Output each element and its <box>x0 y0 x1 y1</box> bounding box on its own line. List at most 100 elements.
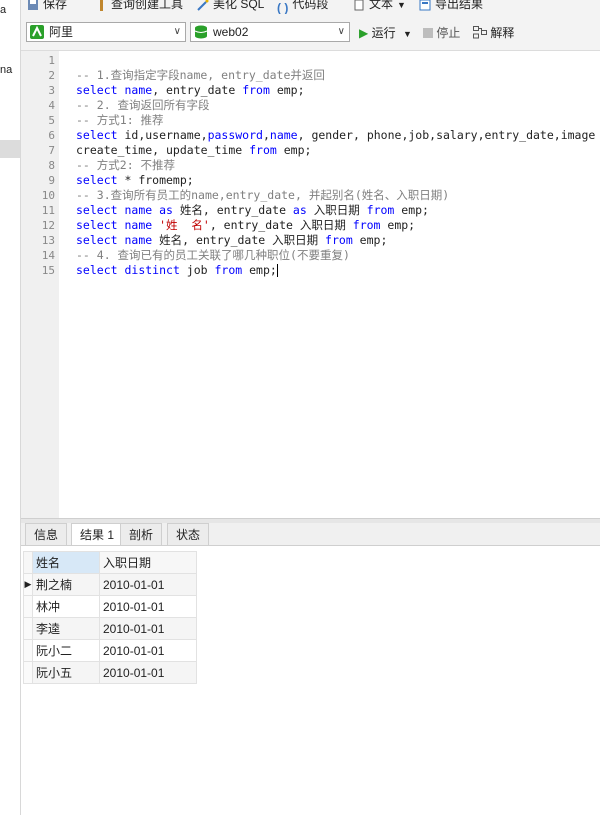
table-row[interactable]: 李逵 2010-01-01 <box>23 617 197 640</box>
line-number: 4 <box>48 99 55 112</box>
sql-text: * fromemp; <box>117 173 194 187</box>
tab-profile[interactable]: 剖析 <box>120 523 163 545</box>
document-icon <box>354 0 364 11</box>
line-number-gutter: 1 2 3 4 5 6 7 8 9 10 11 12 13 14 15 <box>21 51 59 518</box>
chevron-down-icon[interactable]: ∨ <box>174 26 181 37</box>
text-cursor <box>276 264 278 277</box>
result-tabs: 信息 结果 1 剖析 状态 <box>21 523 600 546</box>
table-cell[interactable]: 2010-01-01 <box>99 639 197 662</box>
stop-button[interactable]: 停止 <box>423 24 460 42</box>
code-line[interactable]: select name, entry_date from emp; <box>76 83 305 98</box>
play-icon: ▶ <box>359 26 369 40</box>
sql-text: , <box>262 128 270 142</box>
tab-status[interactable]: 状态 <box>167 523 210 545</box>
snippet-label: 代码段 <box>292 0 329 11</box>
line-number: 15 <box>41 264 55 277</box>
code-line[interactable]: select name as 姓名, entry_date as 入职日期 fr… <box>76 203 429 218</box>
sql-text: job <box>179 263 215 277</box>
line-number: 2 <box>48 69 55 82</box>
row-indicator-header <box>23 551 33 574</box>
sql-keyword: select <box>76 263 118 277</box>
code-line[interactable]: -- 3.查询所有员工的name,entry_date, 并起别名(姓名、入职日… <box>76 188 449 203</box>
code-line[interactable]: -- 4. 查询已有的员工关联了哪几种职位(不要重复) <box>76 248 350 263</box>
sql-editor[interactable]: 1 2 3 4 5 6 7 8 9 10 11 12 13 14 15 -- 1.查询指定字段name, e… <box>21 51 600 518</box>
magic-wand-icon <box>197 0 209 11</box>
column-header[interactable]: 姓名 <box>32 551 100 574</box>
beautify-sql-label: 美化 SQL <box>213 0 265 11</box>
code-line[interactable]: select * fromemp; <box>76 173 194 188</box>
chevron-down-icon[interactable]: ▼ <box>403 29 412 39</box>
table-cell[interactable]: 2010-01-01 <box>99 573 197 596</box>
stop-icon <box>423 28 433 38</box>
sql-text: 入职日期 <box>306 203 367 217</box>
table-cell[interactable]: 荆之楠 <box>32 573 100 596</box>
navigator-fragment: na <box>0 64 13 76</box>
column-header[interactable]: 入职日期 <box>99 551 197 574</box>
table-cell[interactable]: 2010-01-01 <box>99 595 197 618</box>
line-number: 5 <box>48 114 55 127</box>
export-icon <box>419 0 431 11</box>
table-row[interactable]: 阮小五 2010-01-01 <box>23 661 197 684</box>
sql-text: emp; <box>394 203 429 217</box>
table-cell[interactable]: 2010-01-01 <box>99 617 197 640</box>
database-name: web02 <box>213 25 249 39</box>
connection-icon <box>30 25 44 39</box>
tab-result-1[interactable]: 结果 1 <box>71 523 124 546</box>
code-line[interactable]: create_time, update_time from emp; <box>76 143 311 158</box>
query-builder-button[interactable]: 查询创建工具 <box>95 0 183 13</box>
table-row[interactable]: ▶ 荆之楠 2010-01-01 <box>23 573 197 596</box>
sql-keyword: from <box>352 218 381 232</box>
line-number: 6 <box>48 129 55 142</box>
row-indicator <box>23 639 33 662</box>
chevron-down-icon[interactable]: ∨ <box>338 26 345 37</box>
sql-keyword: as <box>292 203 307 217</box>
beautify-sql-button[interactable]: 美化 SQL <box>197 0 264 13</box>
database-select[interactable]: web02 ∨ <box>190 22 350 42</box>
sql-keyword: distinct <box>124 263 180 277</box>
sql-keyword: select <box>76 173 118 187</box>
connection-select[interactable]: 阿里 ∨ <box>26 22 186 42</box>
line-number: 11 <box>41 204 55 217</box>
table-cell[interactable]: 李逵 <box>32 617 100 640</box>
row-indicator <box>23 661 33 684</box>
code-line[interactable]: select name '姓 名', entry_date 入职日期 from … <box>76 218 415 233</box>
sql-text: emp; <box>242 263 277 277</box>
text-button[interactable]: 文本 ▼ <box>353 0 406 13</box>
code-line[interactable]: select name 姓名, entry_date 入职日期 from emp… <box>76 233 387 248</box>
sql-keyword: from <box>366 203 395 217</box>
table-cell[interactable]: 2010-01-01 <box>99 661 197 684</box>
code-line[interactable]: -- 方式2: 不推荐 <box>76 158 175 173</box>
code-line[interactable]: select id,username,password,name, gender… <box>76 128 595 143</box>
run-label: 运行 <box>371 26 396 40</box>
sql-keyword: select <box>76 203 118 217</box>
sql-text: create_time, update_time <box>76 143 250 157</box>
line-number: 12 <box>41 219 55 232</box>
sql-keyword: from <box>325 233 353 247</box>
code-line[interactable]: -- 2. 查询返回所有字段 <box>76 98 210 113</box>
sql-text: emp; <box>269 83 305 97</box>
sql-comment: -- 方式2: 不推荐 <box>76 158 176 172</box>
code-line[interactable]: -- 1.查询指定字段name, entry_date并返回 <box>76 68 325 83</box>
sql-text: , entry_date <box>152 83 243 97</box>
snippet-button[interactable]: ( ) 代码段 <box>277 0 329 14</box>
export-results-button[interactable]: 导出结果 <box>419 0 483 13</box>
code-line[interactable]: -- 方式1: 推荐 <box>76 113 164 128</box>
table-cell[interactable]: 阮小二 <box>32 639 100 662</box>
sql-keyword: from <box>249 143 277 157</box>
table-row[interactable]: 阮小二 2010-01-01 <box>23 639 197 662</box>
line-number: 1 <box>48 54 55 67</box>
sql-text: 姓名, entry_date 入职日期 <box>152 233 326 247</box>
chevron-down-icon[interactable]: ▼ <box>397 0 406 10</box>
table-cell[interactable]: 阮小五 <box>32 661 100 684</box>
navigator-selected-row[interactable] <box>0 140 20 158</box>
tab-info[interactable]: 信息 <box>25 523 68 545</box>
sql-comment: -- 3.查询所有员工的name,entry_date, 并起别名(姓名、入职日… <box>76 188 450 202</box>
sql-keyword: select <box>76 128 118 142</box>
code-line[interactable]: select distinct job from emp; <box>76 263 278 278</box>
line-number: 9 <box>48 174 55 187</box>
table-row[interactable]: 林冲 2010-01-01 <box>23 595 197 618</box>
run-button[interactable]: ▶ 运行 ▼ <box>359 24 412 42</box>
save-button[interactable]: 保存 <box>27 0 67 13</box>
explain-button[interactable]: 解释 <box>473 24 514 42</box>
table-cell[interactable]: 林冲 <box>32 595 100 618</box>
